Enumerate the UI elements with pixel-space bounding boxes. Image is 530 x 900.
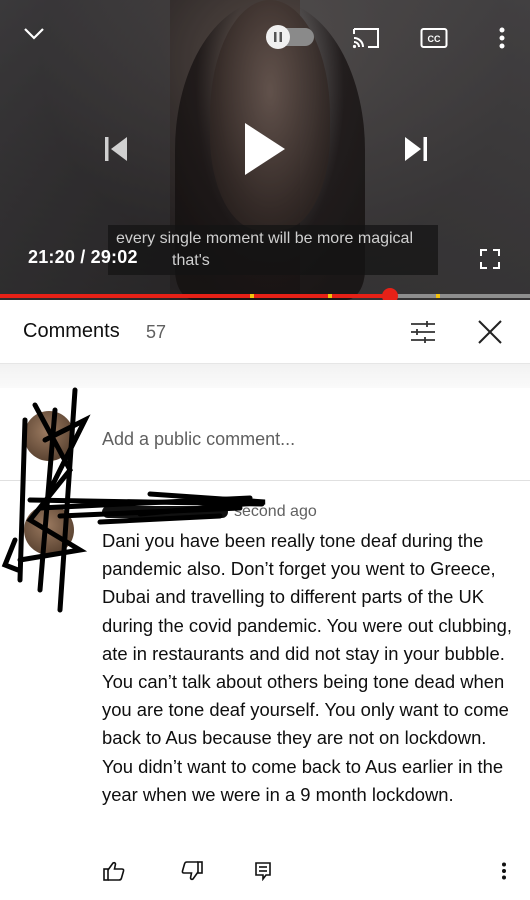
video-player[interactable]: CC every single moment will be more magi…	[0, 0, 530, 300]
captions-icon[interactable]: CC	[418, 24, 450, 52]
chevron-down-icon[interactable]	[18, 20, 50, 48]
next-icon[interactable]	[396, 130, 436, 168]
like-icon[interactable]	[100, 858, 128, 884]
fullscreen-icon[interactable]	[476, 246, 504, 272]
more-vertical-icon[interactable]	[490, 24, 514, 52]
play-icon[interactable]	[236, 118, 292, 180]
sort-filter-icon[interactable]	[406, 316, 440, 348]
ad-marker	[250, 294, 254, 298]
comment-actions	[0, 852, 530, 892]
ad-marker	[328, 294, 332, 298]
time-display: 21:20 / 29:02	[28, 247, 138, 267]
redaction-scribble	[1, 387, 266, 613]
video-caption: every single moment will be more magical…	[108, 225, 438, 275]
caption-line-1: every single moment will be more magical	[116, 230, 413, 247]
cast-icon[interactable]	[348, 24, 384, 52]
ad-marker	[436, 294, 440, 298]
reply-icon[interactable]	[250, 858, 276, 884]
comments-header: Comments 57	[0, 300, 530, 364]
previous-icon[interactable]	[96, 130, 136, 168]
dislike-icon[interactable]	[178, 858, 206, 884]
close-icon[interactable]	[474, 316, 506, 348]
svg-text:CC: CC	[428, 34, 441, 44]
comments-title: Comments	[23, 320, 120, 342]
comments-count: 57	[146, 322, 167, 342]
pause-toggle-icon[interactable]	[264, 25, 316, 49]
more-vertical-icon[interactable]	[494, 858, 514, 884]
caption-line-2: that's	[172, 252, 210, 269]
